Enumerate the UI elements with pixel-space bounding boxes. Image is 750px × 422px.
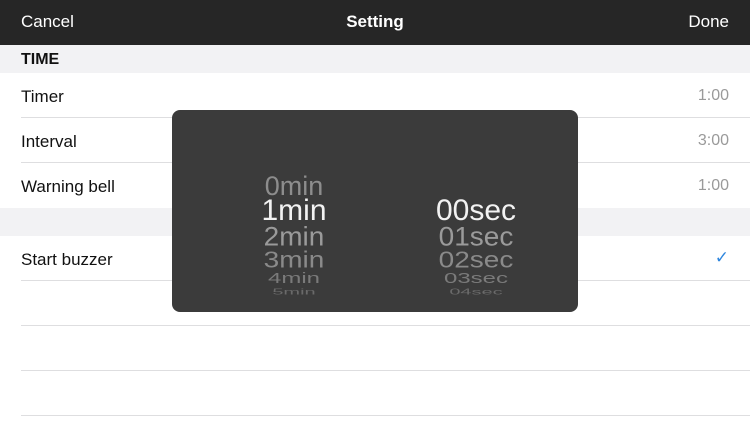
timer-value: 1:00 (697, 87, 729, 104)
seconds-wheel[interactable]: 00sec 01sec 02sec 03sec 04sec (416, 110, 536, 312)
section-title: TIME (21, 51, 60, 68)
navigation-bar: Cancel Setting Done (0, 0, 750, 45)
timer-label: Timer (21, 87, 64, 106)
minutes-option[interactable]: 5min (234, 288, 354, 296)
empty-row-divider (21, 415, 750, 416)
empty-row-divider (21, 325, 750, 326)
minutes-option[interactable]: 3min (234, 248, 354, 272)
done-button[interactable]: Done (688, 12, 729, 32)
warning-bell-label: Warning bell (21, 177, 115, 196)
page-title: Setting (346, 12, 404, 31)
interval-label: Interval (21, 132, 77, 151)
minutes-option[interactable]: 4min (234, 271, 354, 286)
start-buzzer-label: Start buzzer (21, 250, 113, 269)
seconds-option[interactable]: 02sec (416, 248, 536, 272)
seconds-option[interactable]: 04sec (416, 288, 536, 296)
interval-value: 3:00 (697, 132, 729, 149)
empty-row-divider (21, 370, 750, 371)
warning-bell-value: 1:00 (697, 177, 729, 194)
minutes-wheel[interactable]: 0min 1min 2min 3min 4min 5min (234, 110, 354, 312)
seconds-option[interactable]: 03sec (416, 271, 536, 286)
time-picker[interactable]: 0min 1min 2min 3min 4min 5min 00sec 01se… (172, 110, 578, 312)
checkmark-icon: ✓ (714, 248, 729, 267)
section-header-time: TIME (0, 45, 750, 73)
